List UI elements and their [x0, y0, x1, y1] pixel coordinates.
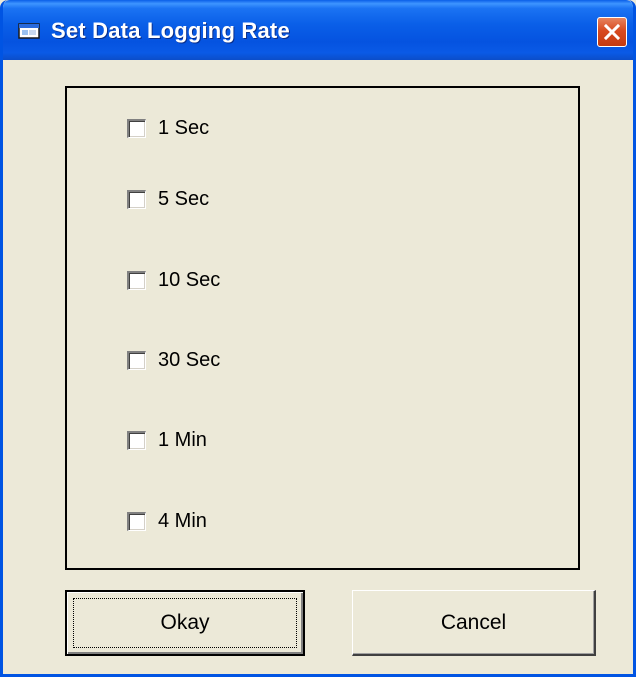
checkbox[interactable] — [127, 189, 146, 209]
title-bar[interactable]: Set Data Logging Rate — [3, 0, 633, 60]
option-label: 10 Sec — [158, 268, 221, 291]
checkbox[interactable] — [127, 430, 146, 450]
focus-rectangle — [73, 598, 297, 648]
okay-button[interactable]: Okay — [65, 590, 305, 656]
option-label: 5 Sec — [158, 187, 210, 210]
option-10-sec[interactable]: 10 Sec — [127, 268, 220, 292]
app-icon — [18, 22, 40, 40]
checkbox[interactable] — [127, 118, 146, 138]
option-30-sec[interactable]: 30 Sec — [127, 348, 220, 372]
option-1-sec[interactable]: 1 Sec — [127, 116, 209, 140]
option-label: 1 Sec — [158, 116, 210, 139]
close-icon — [603, 23, 621, 41]
close-button[interactable] — [597, 17, 627, 47]
window-title: Set Data Logging Rate — [51, 18, 290, 43]
cancel-button-label: Cancel — [440, 610, 507, 634]
option-label: 4 Min — [158, 509, 207, 532]
checkbox[interactable] — [127, 350, 146, 370]
checkbox[interactable] — [127, 511, 146, 531]
cancel-button[interactable]: Cancel — [352, 590, 596, 656]
option-label: 1 Min — [158, 428, 207, 451]
option-1-min[interactable]: 1 Min — [127, 428, 207, 452]
option-4-min[interactable]: 4 Min — [127, 509, 207, 533]
dialog-window: Set Data Logging Rate 1 Sec 5 Sec 10 Sec… — [0, 0, 636, 677]
options-frame — [65, 86, 580, 570]
checkbox[interactable] — [127, 270, 146, 290]
option-5-sec[interactable]: 5 Sec — [127, 187, 209, 211]
option-label: 30 Sec — [158, 348, 221, 371]
